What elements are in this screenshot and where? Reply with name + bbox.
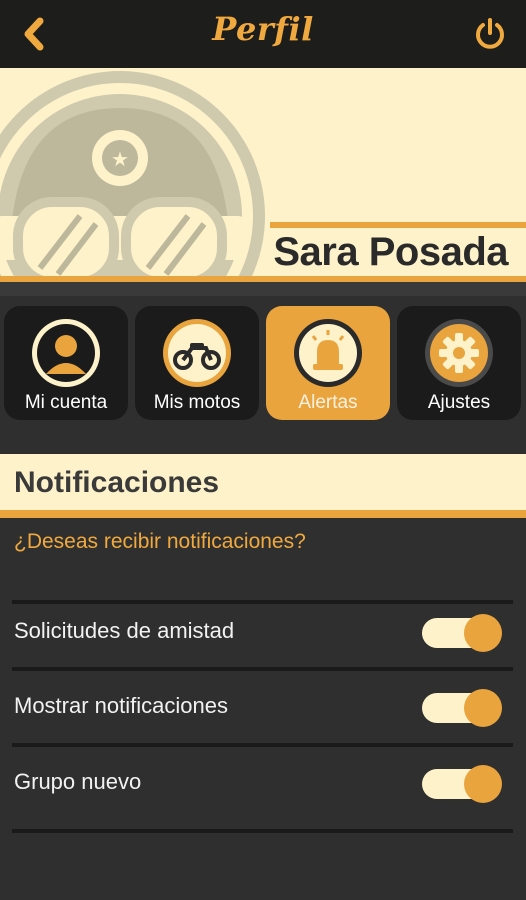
tab-label: Ajustes [427, 392, 491, 413]
tab-label: Mi cuenta [24, 392, 108, 413]
divider [12, 667, 513, 671]
divider [12, 743, 513, 747]
tab-alertas[interactable]: Alertas [266, 306, 390, 420]
hero-stripe [270, 222, 526, 228]
section-underline [0, 510, 526, 518]
setting-label: Mostrar notificaciones [14, 693, 228, 718]
gear-icon [425, 319, 493, 387]
tab-label: Mis motos [153, 392, 241, 413]
section-header: Notificaciones [0, 454, 526, 510]
setting-label: Grupo nuevo [14, 769, 142, 794]
profile-hero: ★ Sara Posada [0, 68, 526, 296]
tab-mis-motos[interactable]: Mis motos [135, 306, 259, 420]
user-name: Sara Posada [273, 230, 508, 274]
toggle-knob [464, 614, 502, 652]
hero-shadow [0, 282, 526, 296]
new-group-toggle[interactable] [422, 765, 502, 803]
tab-label: Alertas [298, 392, 358, 413]
setting-row-friend-requests: Solicitudes de amistad [0, 598, 526, 668]
setting-label: Solicitudes de amistad [14, 618, 235, 643]
toggle-knob [464, 689, 502, 727]
power-icon [476, 18, 504, 49]
helmet-avatar: ★ [0, 71, 265, 296]
page-title: Perfil [212, 10, 314, 48]
tab-mi-cuenta[interactable]: Mi cuenta [4, 306, 128, 420]
svg-text:★: ★ [111, 147, 129, 171]
toggle-knob [464, 765, 502, 803]
setting-row-show-notifications: Mostrar notificaciones [0, 673, 526, 743]
divider [12, 829, 513, 833]
section-title: Notificaciones [14, 466, 220, 499]
profile-tabs: Mi cuenta Mis motos Alertas Ajustes [0, 296, 526, 430]
motorcycle-icon [163, 319, 231, 387]
notifications-question: ¿Deseas recibir notificaciones? [14, 530, 306, 553]
logout-button[interactable] [470, 14, 510, 54]
user-icon [32, 319, 100, 387]
setting-row-new-group: Grupo nuevo [0, 749, 526, 819]
show-notifications-toggle[interactable] [422, 689, 502, 727]
tab-ajustes[interactable]: Ajustes [397, 306, 521, 420]
friend-requests-toggle[interactable] [422, 614, 502, 652]
top-bar: Perfil [0, 0, 526, 68]
siren-icon [294, 319, 362, 387]
